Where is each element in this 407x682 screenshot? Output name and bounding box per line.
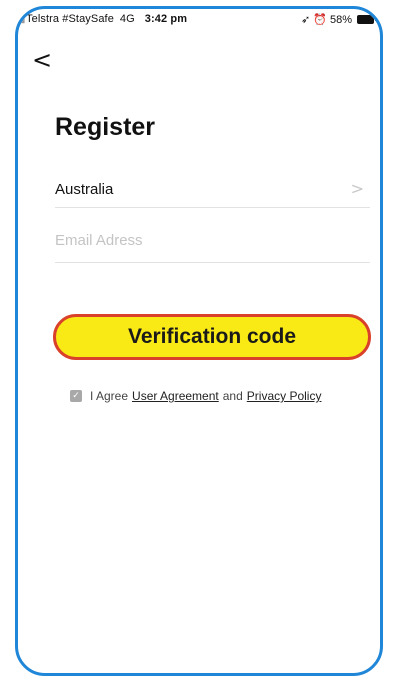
- status-bar: ▮ Telstra #StaySafe 4G 3:42 pm ➶ ⏰ 58%: [18, 9, 380, 31]
- battery-percent: 58%: [329, 13, 352, 26]
- email-field-row: [55, 222, 370, 263]
- agree-checkbox[interactable]: ✓: [70, 390, 82, 402]
- location-icon: ➶: [301, 14, 311, 26]
- back-chevron-icon[interactable]: <: [32, 48, 52, 72]
- phone-frame: ▮ Telstra #StaySafe 4G 3:42 pm ➶ ⏰ 58% < R…: [15, 6, 383, 676]
- country-value: Australia: [55, 181, 114, 198]
- agree-text: I Agree: [90, 389, 129, 403]
- and-text: and: [222, 389, 243, 403]
- page-title: Register: [55, 113, 156, 141]
- status-right: ➶ ⏰ 58%: [301, 13, 377, 26]
- agreement-row: ✓ I Agree User Agreement and Privacy Pol…: [70, 389, 325, 403]
- status-time: 3:42 pm: [144, 13, 188, 25]
- user-agreement-link[interactable]: User Agreement: [132, 389, 219, 403]
- country-selector[interactable]: Australia >: [55, 167, 370, 208]
- battery-icon: [357, 15, 377, 24]
- email-field[interactable]: [55, 232, 370, 249]
- privacy-policy-link[interactable]: Privacy Policy: [247, 389, 322, 403]
- chevron-right-icon: >: [350, 179, 364, 198]
- status-left: Telstra #StaySafe 4G 3:42 pm: [26, 13, 187, 25]
- network-type: 4G: [119, 13, 135, 25]
- alarm-icon: ⏰: [313, 14, 327, 26]
- carrier-name: Telstra #StaySafe: [26, 13, 114, 25]
- verification-code-button[interactable]: Verification code: [53, 314, 371, 360]
